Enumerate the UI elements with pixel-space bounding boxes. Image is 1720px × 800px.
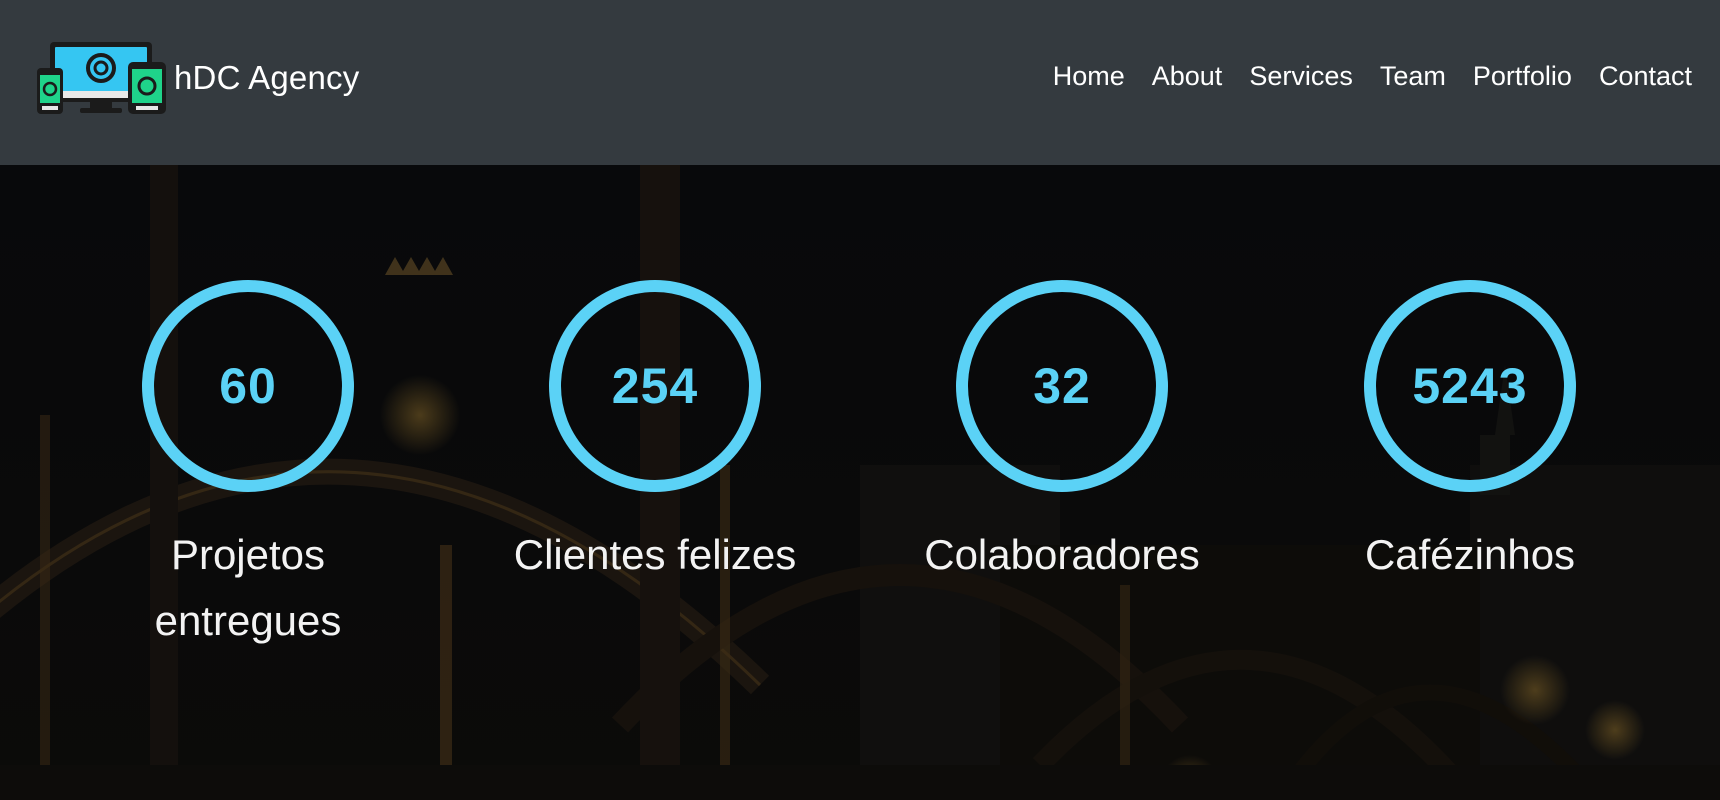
- nav-link-portfolio[interactable]: Portfolio: [1473, 56, 1572, 96]
- counter-coffees: 5243 Cafézinhos: [1310, 280, 1630, 588]
- counter-value: 32: [1033, 358, 1091, 414]
- counter-projects: 60 Projetos entregues: [88, 280, 408, 654]
- counters-section: 60 Projetos entregues 254 Clientes feliz…: [0, 165, 1720, 800]
- nav-link-contact[interactable]: Contact: [1599, 56, 1692, 96]
- counter-label: Colaboradores: [924, 531, 1200, 578]
- devices-logo-icon: [37, 42, 166, 114]
- nav-link-about[interactable]: About: [1152, 56, 1223, 96]
- counter-label: Clientes felizes: [513, 531, 797, 578]
- counter-ring: 32: [956, 280, 1168, 492]
- nav-link-team[interactable]: Team: [1380, 56, 1446, 96]
- nav-link-home[interactable]: Home: [1053, 56, 1125, 96]
- counter-ring: 5243: [1364, 280, 1576, 492]
- counter-ring: 60: [142, 280, 354, 492]
- counters-row: 60 Projetos entregues 254 Clientes feliz…: [0, 165, 1720, 800]
- counter-label: Cafézinhos: [1364, 531, 1576, 578]
- counter-collaborators: 32 Colaboradores: [902, 280, 1222, 588]
- counter-ring: 254: [549, 280, 761, 492]
- counter-value: 60: [219, 358, 277, 414]
- main-nav: Home About Services Team Portfolio Conta…: [1053, 56, 1692, 96]
- navbar: hDC Agency Home About Services Team Port…: [0, 0, 1720, 165]
- counter-label: Projetos entregues: [154, 531, 342, 644]
- counter-value: 254: [611, 358, 699, 414]
- counter-value: 5243: [1412, 358, 1528, 414]
- brand-name: hDC Agency: [174, 59, 360, 96]
- counter-clients: 254 Clientes felizes: [495, 280, 815, 588]
- brand-link[interactable]: hDC Agency: [36, 40, 359, 116]
- nav-link-services[interactable]: Services: [1249, 56, 1353, 96]
